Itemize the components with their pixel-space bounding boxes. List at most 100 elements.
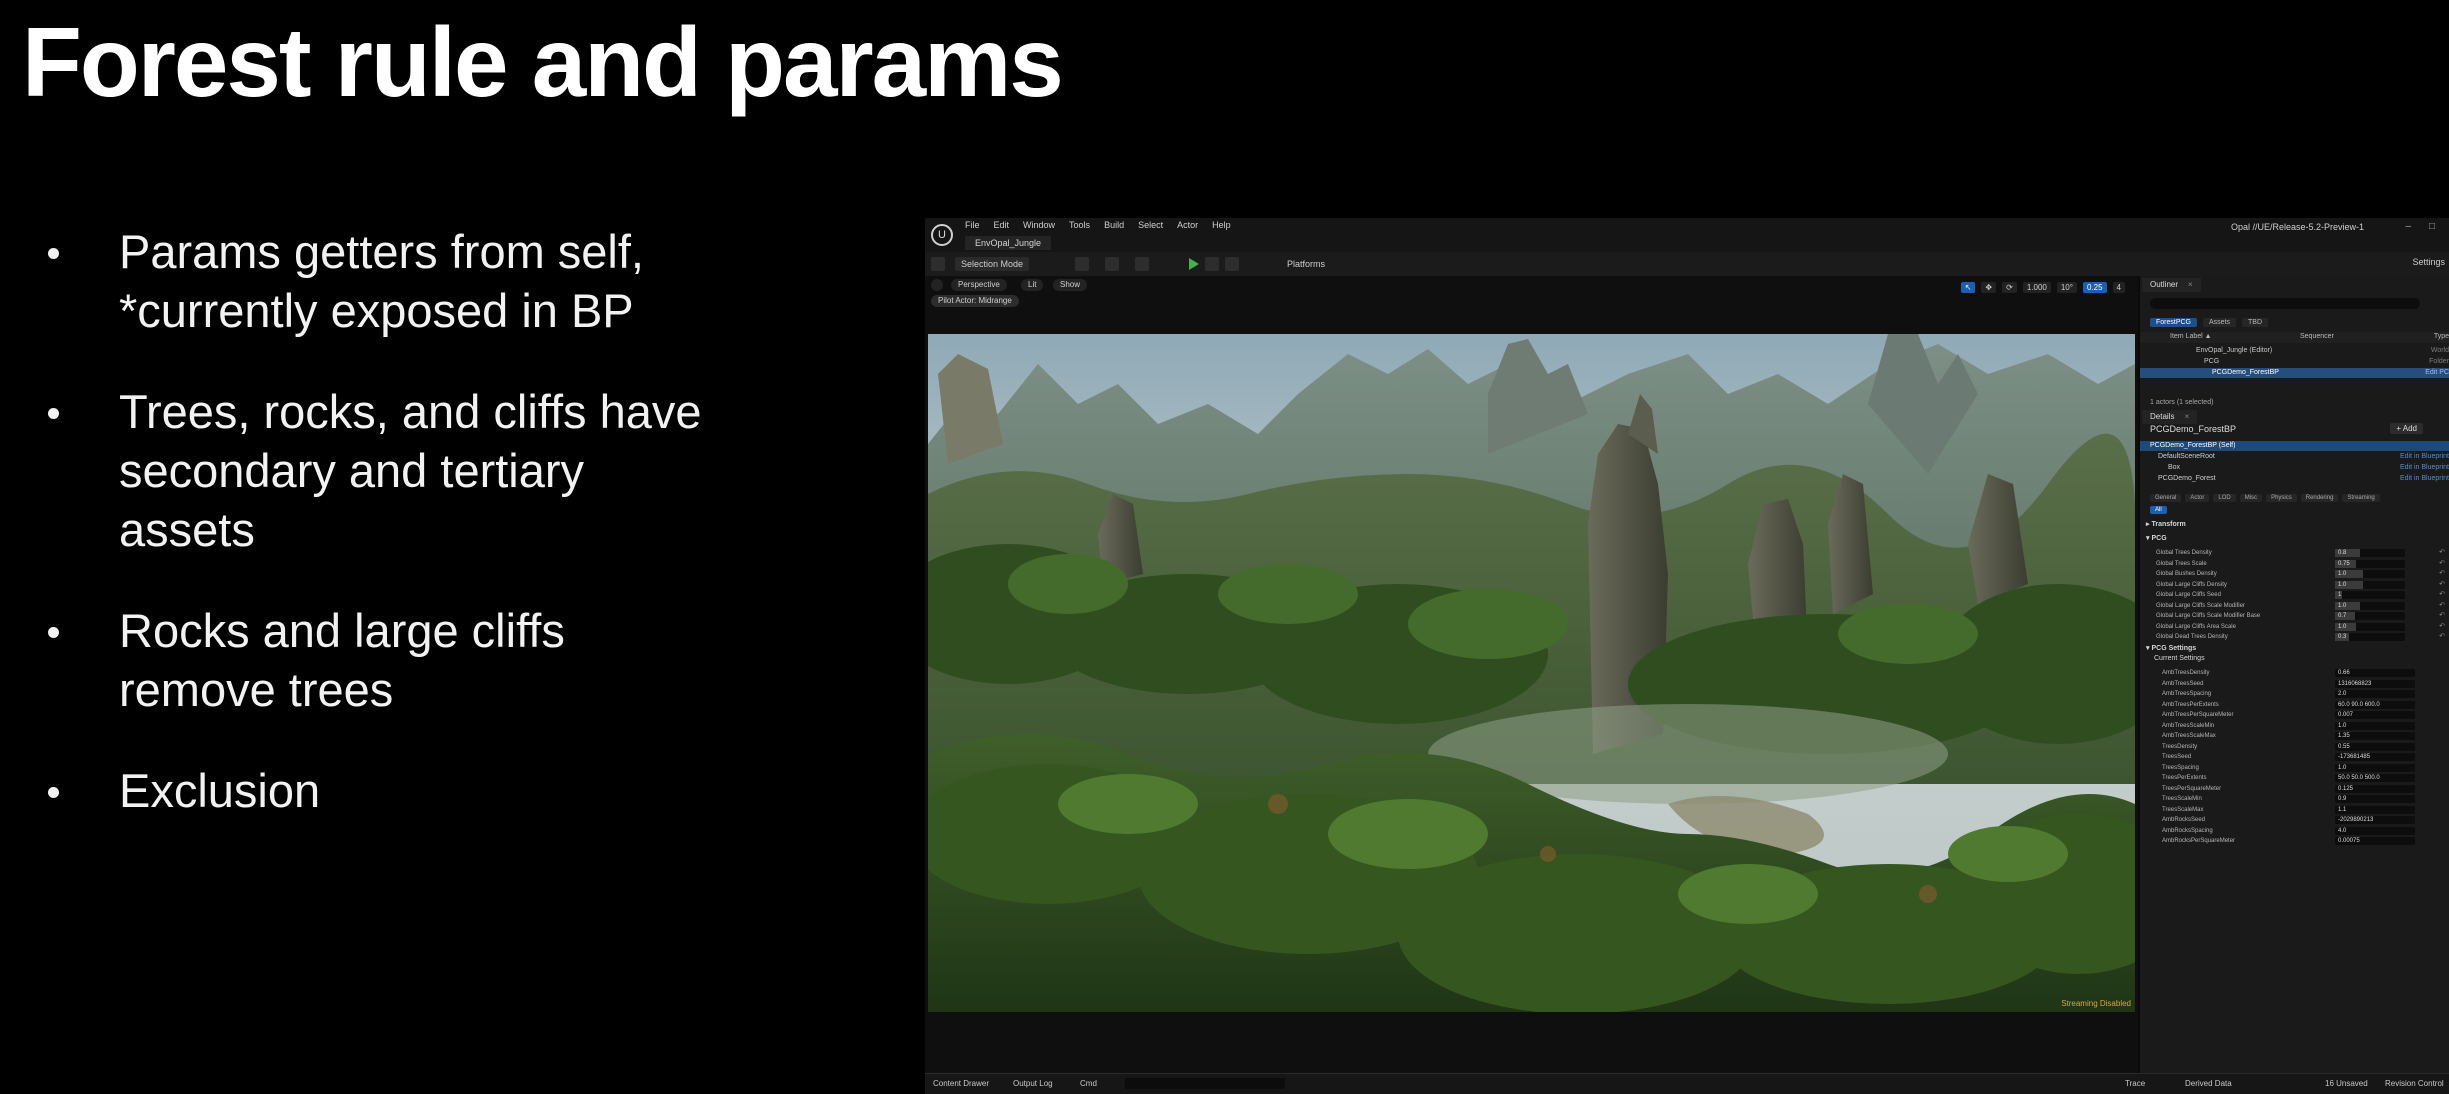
component-row[interactable]: DefaultSceneRoot Edit in Blueprint <box>2140 452 2449 462</box>
column-item-label[interactable]: Item Label ▲ <box>2170 333 2212 340</box>
details-filter-tab[interactable]: Physics <box>2266 494 2297 502</box>
outliner-row[interactable]: PCGDemo_ForestBP Edit PC <box>2140 368 2449 378</box>
reset-to-default-icon[interactable]: ↶ <box>2439 559 2445 569</box>
property-input[interactable]: 0.00075 <box>2335 837 2415 845</box>
menu-edit[interactable]: Edit <box>994 220 1010 230</box>
details-filter-tab[interactable]: LOD <box>2213 494 2236 502</box>
property-slider[interactable]: 1.0 <box>2335 580 2405 589</box>
outliner-tab[interactable]: Outliner × <box>2142 278 2201 292</box>
reset-to-default-icon[interactable]: ↶ <box>2439 622 2445 632</box>
details-filter-tab[interactable]: Streaming <box>2342 494 2380 502</box>
menu-actor[interactable]: Actor <box>1177 220 1198 230</box>
perspective-button[interactable]: Perspective <box>951 279 1007 291</box>
play-icon[interactable] <box>1189 258 1199 270</box>
property-slider[interactable]: 1.0 <box>2335 570 2405 578</box>
unsaved-button[interactable]: 16 Unsaved <box>2325 1079 2368 1088</box>
component-row[interactable]: PCGDemo_Forest Edit in Blueprint <box>2140 474 2449 484</box>
revision-control-button[interactable]: Revision Control <box>2385 1079 2444 1088</box>
reset-to-default-icon[interactable]: ↶ <box>2439 601 2445 611</box>
details-filter-tab[interactable]: General <box>2150 494 2182 502</box>
menu-file[interactable]: File <box>965 220 980 230</box>
level-viewport[interactable]: Streaming Disabled <box>928 334 2135 1012</box>
property-slider[interactable]: 0.8 <box>2335 549 2405 557</box>
property-input[interactable]: 0.007 <box>2335 711 2415 719</box>
edit-in-blueprint-link[interactable]: Edit in Blueprint <box>2400 463 2449 473</box>
property-slider[interactable]: 1.0 <box>2335 601 2405 610</box>
close-icon[interactable]: × <box>2184 412 2189 421</box>
lit-button[interactable]: Lit <box>1021 279 1044 291</box>
selection-mode-dropdown[interactable]: Selection Mode <box>955 257 1030 271</box>
property-input[interactable]: 0.9 <box>2335 795 2415 803</box>
cmd-dropdown[interactable]: Cmd <box>1080 1079 1097 1088</box>
viewport-menu-icon[interactable] <box>931 279 943 291</box>
outliner-search-input[interactable] <box>2150 298 2420 309</box>
property-input[interactable]: 0.55 <box>2335 742 2415 751</box>
edit-in-blueprint-link[interactable]: Edit in Blueprint <box>2400 474 2449 484</box>
reset-to-default-icon[interactable]: ↶ <box>2439 569 2445 579</box>
unreal-logo-icon[interactable]: U <box>931 224 953 246</box>
stop-icon[interactable] <box>1225 257 1239 271</box>
save-icon[interactable] <box>931 257 945 271</box>
move-tool-icon[interactable]: ✥ <box>1981 282 1997 293</box>
category-pcg-settings[interactable]: ▾ PCG Settings <box>2146 644 2196 652</box>
property-slider[interactable]: 1 <box>2335 591 2405 599</box>
menu-build[interactable]: Build <box>1104 220 1124 230</box>
property-slider[interactable]: 0.7 <box>2335 612 2405 620</box>
property-input[interactable]: -173681485 <box>2335 753 2415 761</box>
component-row[interactable]: Box Edit in Blueprint <box>2140 463 2449 473</box>
property-input[interactable]: 1.35 <box>2335 732 2415 740</box>
outliner-filter-tab[interactable]: ForestPCG <box>2150 318 2198 327</box>
menu-window[interactable]: Window <box>1023 220 1055 230</box>
component-row[interactable]: PCGDemo_ForestBP (Self) <box>2140 441 2449 451</box>
outliner-row[interactable]: EnvOpal_Jungle (Editor) World <box>2140 346 2449 356</box>
property-slider[interactable]: 0.75 <box>2335 559 2405 568</box>
menu-select[interactable]: Select <box>1138 220 1163 230</box>
add-content-icon[interactable] <box>1075 257 1089 271</box>
output-log-button[interactable]: Output Log <box>1013 1079 1053 1088</box>
rotate-tool-icon[interactable]: ⟳ <box>2002 282 2017 293</box>
property-input[interactable]: 50.0 50.0 500.0 <box>2335 774 2415 782</box>
scale-snap-value[interactable]: 0.25 <box>2082 282 2107 293</box>
camera-speed-value[interactable]: 4 <box>2112 282 2125 293</box>
rotation-snap-value[interactable]: 10° <box>2056 282 2077 293</box>
content-drawer-button[interactable]: Content Drawer <box>933 1079 989 1088</box>
property-input[interactable]: 60.0 90.0 600.0 <box>2335 700 2415 709</box>
property-input[interactable]: 1.0 <box>2335 721 2415 730</box>
close-icon[interactable]: × <box>2188 280 2193 289</box>
minimize-icon[interactable]: – <box>2405 221 2411 232</box>
reset-to-default-icon[interactable]: ↶ <box>2439 590 2445 600</box>
details-filter-all[interactable]: All <box>2150 506 2167 514</box>
outliner-row[interactable]: PCG Folder <box>2140 357 2449 367</box>
reset-to-default-icon[interactable]: ↶ <box>2439 580 2445 590</box>
outliner-filter-tab[interactable]: TBD <box>2242 318 2269 327</box>
details-filter-tab[interactable]: Misc <box>2239 494 2263 502</box>
grid-snap-value[interactable]: 1.000 <box>2022 282 2051 293</box>
property-input[interactable]: 1.0 <box>2335 763 2415 772</box>
property-input[interactable]: 0.66 <box>2335 669 2415 677</box>
reset-to-default-icon[interactable]: ↶ <box>2439 632 2445 642</box>
category-transform[interactable]: ▸ Transform <box>2146 520 2186 528</box>
category-current-settings[interactable]: Current Settings <box>2154 655 2205 662</box>
console-command-input[interactable] <box>1125 1078 1285 1089</box>
settings-button[interactable]: Settings <box>2412 257 2445 267</box>
select-tool-icon[interactable]: ↖ <box>1960 282 1976 293</box>
category-pcg[interactable]: ▾ PCG <box>2146 534 2167 542</box>
property-input[interactable]: 4.0 <box>2335 826 2415 835</box>
property-input[interactable]: 2.0 <box>2335 690 2415 698</box>
platforms-dropdown[interactable]: Platforms <box>1287 257 1325 271</box>
details-tab[interactable]: Details × <box>2142 410 2198 424</box>
skip-icon[interactable] <box>1205 257 1219 271</box>
property-input[interactable]: 1.1 <box>2335 805 2415 814</box>
details-filter-tab[interactable]: Rendering <box>2300 494 2339 502</box>
property-slider[interactable]: 0.3 <box>2335 633 2405 641</box>
show-button[interactable]: Show <box>1053 279 1088 291</box>
edit-in-blueprint-link[interactable]: Edit in Blueprint <box>2400 452 2449 462</box>
menu-help[interactable]: Help <box>1212 220 1231 230</box>
level-tab[interactable]: EnvOpal_Jungle <box>965 236 1052 250</box>
cinematics-icon[interactable] <box>1135 257 1149 271</box>
reset-to-default-icon[interactable]: ↶ <box>2439 548 2445 558</box>
details-filter-tab[interactable]: Actor <box>2185 494 2210 502</box>
property-input[interactable]: 1316068823 <box>2335 679 2415 688</box>
property-input[interactable]: 0.125 <box>2335 784 2415 793</box>
property-input[interactable]: -2029890213 <box>2335 816 2415 824</box>
